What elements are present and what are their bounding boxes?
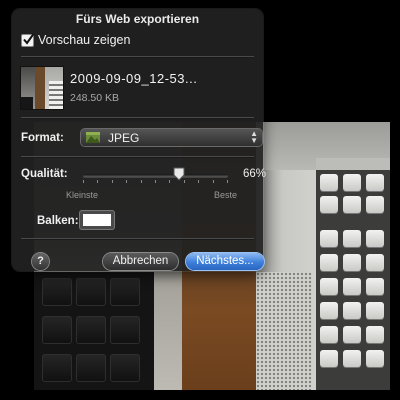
border-color-well[interactable] xyxy=(80,211,114,229)
border-label: Balken: xyxy=(37,215,79,227)
slider-tick xyxy=(227,180,228,183)
photo-speaker-grille xyxy=(256,272,312,390)
chevron-updown-icon: ▲ ▼ xyxy=(250,129,258,145)
image-file-icon xyxy=(86,132,100,143)
quality-min-label: Kleinste xyxy=(66,190,99,200)
file-thumbnail xyxy=(21,67,63,109)
cancel-button[interactable]: Abbrechen xyxy=(103,253,178,270)
photo-keyboard-right xyxy=(316,170,390,390)
preview-label: Vorschau zeigen xyxy=(38,33,131,47)
format-selected-value: JPEG xyxy=(108,131,140,145)
file-size: 248.50 KB xyxy=(70,92,120,104)
quality-slider-thumb[interactable] xyxy=(173,167,185,181)
slider-tick xyxy=(141,180,142,183)
slider-tick xyxy=(97,180,98,183)
quality-label: Qualität: xyxy=(21,168,68,180)
dialog-title: Fürs Web exportieren xyxy=(75,12,200,26)
preview-toggle[interactable]: Vorschau zeigen xyxy=(21,32,131,47)
slider-tick xyxy=(112,180,113,183)
slider-tick xyxy=(126,180,127,183)
slider-tick xyxy=(213,180,214,183)
border-color-fill xyxy=(83,214,111,226)
slider-tick xyxy=(198,180,199,183)
divider xyxy=(21,56,254,57)
divider xyxy=(21,117,254,118)
quality-slider-track[interactable] xyxy=(83,174,228,177)
quality-slider-ticks xyxy=(83,180,228,184)
next-button[interactable]: Nächstes... xyxy=(186,253,264,270)
slider-tick xyxy=(83,180,84,183)
export-web-dialog: Fürs Web exportieren Vorschau zeigen 200… xyxy=(12,9,267,271)
preview-checkbox[interactable] xyxy=(21,32,35,47)
help-button[interactable]: ? xyxy=(32,253,49,270)
quality-value: 66% xyxy=(243,168,267,180)
divider xyxy=(21,156,254,157)
checkmark-icon xyxy=(23,32,35,45)
slider-tick xyxy=(155,180,156,183)
divider xyxy=(21,238,254,239)
file-name: 2009-09-09_12-53... xyxy=(70,71,198,86)
photo-keyboard-left xyxy=(34,272,154,390)
format-label: Format: xyxy=(21,132,64,144)
slider-tick xyxy=(169,180,170,183)
format-select[interactable]: JPEG ▲ ▼ xyxy=(81,129,262,146)
quality-max-label: Beste xyxy=(214,190,238,200)
